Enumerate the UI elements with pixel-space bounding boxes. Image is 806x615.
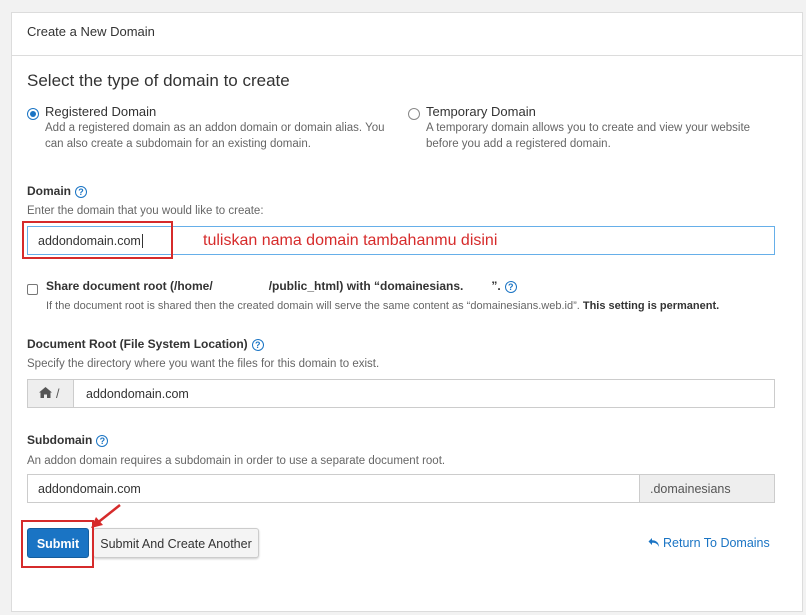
share-root-help-text: If the document root is shared then the … [46, 300, 580, 312]
share-root-help-bold: This setting is permanent. [582, 300, 720, 312]
doc-root-help: Specify the directory where you want the… [27, 358, 380, 370]
annotation-submit-box [21, 520, 94, 568]
domain-help: Enter the domain that you would like to … [27, 205, 264, 217]
registered-domain-desc-1: Add a registered domain as an addon doma… [45, 122, 385, 134]
subdomain-suffix: .domainesians [639, 474, 775, 503]
create-domain-panel: Create a New Domain [11, 12, 803, 612]
subdomain-label-row: Subdomain? [27, 433, 109, 447]
submit-and-create-another-button[interactable]: Submit And Create Another [93, 528, 259, 558]
help-icon[interactable]: ? [96, 435, 109, 447]
registered-domain-title[interactable]: Registered Domain [45, 104, 156, 119]
doc-root-prefix: / [27, 379, 74, 408]
help-icon[interactable]: ? [504, 281, 517, 293]
domain-label-row: Domain? [27, 184, 88, 198]
subdomain-label: Subdomain [27, 433, 93, 447]
doc-root-prefix-slash: / [56, 387, 60, 401]
panel-title: Create a New Domain [12, 13, 802, 56]
help-icon[interactable]: ? [75, 186, 88, 198]
subdomain-input[interactable]: addondomain.com [27, 474, 640, 503]
undo-arrow-icon [648, 537, 660, 551]
registered-domain-radio[interactable] [27, 108, 39, 120]
share-root-checkbox[interactable] [27, 284, 38, 295]
domain-label: Domain [27, 184, 72, 198]
share-root-label[interactable]: Share document root (/home/ /public_html)… [46, 279, 517, 293]
return-to-domains-link[interactable]: Return To Domains [648, 536, 770, 551]
subdomain-help: An addon domain requires a subdomain in … [27, 455, 446, 467]
share-root-help: If the document root is shared then the … [46, 300, 719, 312]
annotation-text: tuliskan nama domain tambahanmu disini [203, 232, 498, 249]
help-icon[interactable]: ? [251, 339, 264, 351]
section-title: Select the type of domain to create [27, 71, 290, 90]
annotation-highlight-box [22, 221, 173, 259]
share-root-label-part1: Share document root (/home/ [46, 279, 213, 293]
annotation-arrow [91, 504, 121, 528]
temporary-domain-desc-2: before you add a registered domain. [426, 138, 611, 150]
return-to-domains-label: Return To Domains [663, 536, 770, 550]
temporary-domain-title[interactable]: Temporary Domain [426, 104, 536, 119]
share-root-label-part3: ”. [491, 279, 501, 293]
doc-root-label-row: Document Root (File System Location)? [27, 337, 264, 351]
registered-domain-desc-2: can also create a subdomain for an exist… [45, 138, 311, 150]
temporary-domain-desc-1: A temporary domain allows you to create … [426, 122, 751, 134]
home-icon [38, 386, 53, 402]
doc-root-input[interactable]: addondomain.com [73, 379, 775, 408]
temporary-domain-radio[interactable] [408, 108, 420, 120]
share-root-label-part2: /public_html) with “domainesians. [268, 279, 464, 293]
doc-root-label: Document Root (File System Location) [27, 337, 248, 351]
